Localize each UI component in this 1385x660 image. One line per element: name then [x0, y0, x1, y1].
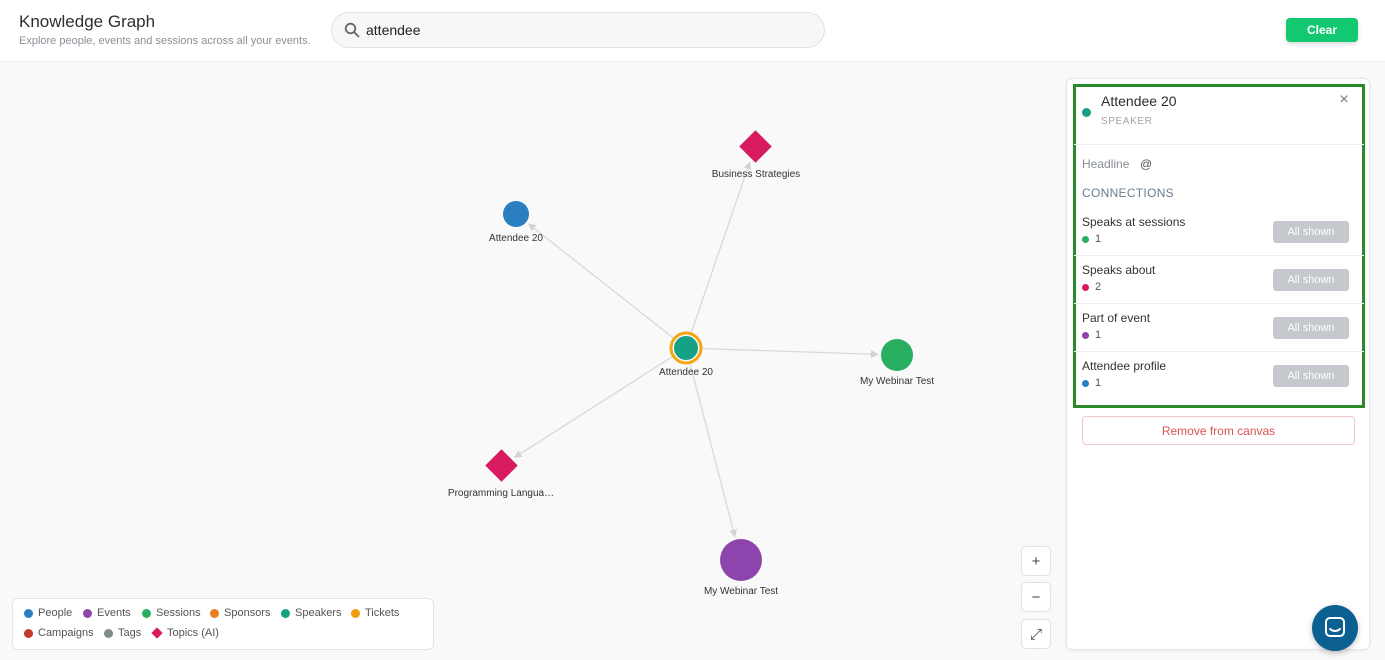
connection-count-value: 1	[1095, 329, 1102, 341]
legend-item-sponsors: Sponsors	[210, 607, 270, 619]
node-label: My Webinar Test	[704, 586, 778, 597]
zoom-out-button[interactable]: −	[1021, 582, 1051, 612]
legend-label: Speakers	[295, 607, 342, 619]
connection-count: 2	[1082, 281, 1101, 293]
search-icon	[344, 22, 360, 38]
top-bar: Knowledge Graph Explore people, events a…	[0, 0, 1385, 62]
node-label: Business Strategies	[712, 169, 800, 180]
legend-item-topics: Topics (AI)	[151, 627, 219, 639]
divider	[1074, 303, 1364, 304]
event-node[interactable]	[720, 539, 762, 581]
divider	[1074, 144, 1364, 145]
graph-edge-programming	[513, 355, 674, 458]
connection-count-value: 2	[1095, 281, 1102, 293]
graph-node-webinar-event[interactable]: My Webinar Test	[704, 539, 778, 597]
graph-node-attendee-20-selected[interactable]: Attendee 20	[659, 331, 713, 378]
connection-count: 1	[1082, 329, 1101, 341]
zoom-in-button[interactable]: +	[1021, 546, 1051, 576]
graph-node-attendee-profile[interactable]: Attendee 20	[489, 201, 543, 244]
graph-canvas[interactable]: Attendee 20 Business Strategies Attendee…	[0, 63, 1060, 660]
legend-item-tags: Tags	[104, 627, 141, 639]
connections-title: CONNECTIONS	[1082, 186, 1174, 200]
graph-edge-webinar-session	[700, 347, 879, 359]
legend-item-campaigns: Campaigns	[24, 627, 94, 639]
legend-swatch	[24, 608, 33, 618]
connection-name: Speaks about	[1082, 263, 1156, 277]
connection-name: Speaks at sessions	[1082, 215, 1186, 229]
legend-item-tickets: Tickets	[351, 607, 399, 619]
legend-label: Topics (AI)	[167, 627, 219, 639]
legend-label: Sessions	[156, 607, 201, 619]
topic-node[interactable]	[739, 130, 772, 163]
headline-label: Headline	[1082, 157, 1130, 171]
connection-count: 1	[1082, 377, 1101, 389]
connection-name: Attendee profile	[1082, 359, 1167, 373]
legend-swatch	[142, 608, 151, 618]
panel-node-type: SPEAKER	[1101, 116, 1153, 127]
graph-node-programming-languages[interactable]: Programming Langua…	[448, 449, 554, 499]
legend-item-events: Events	[83, 607, 131, 619]
all-shown-button[interactable]: All shown	[1273, 221, 1349, 243]
graph-edge-attendee-profile	[527, 223, 675, 340]
graph-node-business-strategies[interactable]: Business Strategies	[712, 130, 800, 180]
legend-swatch	[151, 627, 163, 639]
headline-value: @	[1140, 157, 1153, 171]
legend-swatch	[104, 628, 113, 638]
connection-name: Part of event	[1082, 311, 1151, 325]
search-input[interactable]	[366, 20, 806, 40]
person-node[interactable]	[503, 201, 529, 227]
legend-swatch	[83, 608, 92, 618]
connection-dot	[1082, 235, 1089, 243]
legend-label: Sponsors	[224, 607, 271, 619]
topic-node[interactable]	[485, 449, 518, 482]
connection-count-value: 1	[1095, 233, 1102, 245]
legend-item-people: People	[24, 607, 72, 619]
legend-label: Tickets	[365, 607, 400, 619]
legend-swatch	[281, 608, 290, 618]
connection-dot	[1082, 283, 1089, 291]
all-shown-button[interactable]: All shown	[1273, 317, 1349, 339]
legend-label: Events	[97, 607, 131, 619]
legend-swatch	[24, 628, 33, 638]
legend-item-speakers: Speakers	[281, 607, 341, 619]
page-title: Knowledge Graph	[19, 12, 156, 31]
node-label: My Webinar Test	[860, 376, 934, 387]
connection-count-value: 1	[1095, 377, 1102, 389]
graph-node-webinar-session[interactable]: My Webinar Test	[860, 339, 934, 387]
node-details-panel: Attendee 20 SPEAKER × Headline @ CONNECT…	[1066, 78, 1370, 650]
connection-dot	[1082, 331, 1089, 339]
node-type-dot	[1082, 108, 1091, 117]
legend-label: Campaigns	[38, 627, 94, 639]
all-shown-button[interactable]: All shown	[1273, 365, 1349, 387]
graph-edge-business	[690, 161, 752, 335]
legend-swatch	[210, 608, 219, 618]
legend-item-sessions: Sessions	[142, 607, 201, 619]
connection-count: 1	[1082, 233, 1101, 245]
legend-swatch	[351, 608, 360, 618]
close-icon[interactable]: ×	[1337, 92, 1351, 108]
session-node[interactable]	[881, 339, 913, 371]
chat-launcher-button[interactable]	[1312, 605, 1358, 651]
node-label: Attendee 20	[489, 233, 543, 244]
speaker-node[interactable]	[674, 336, 698, 360]
node-label: Attendee 20	[659, 367, 713, 378]
divider	[1074, 255, 1364, 256]
legend: People Events Sessions Sponsors Speakers…	[12, 598, 434, 650]
node-label: Programming Langua…	[448, 488, 554, 499]
legend-label: Tags	[118, 627, 142, 639]
connection-dot	[1082, 379, 1089, 387]
clear-button[interactable]: Clear	[1286, 18, 1358, 42]
all-shown-button[interactable]: All shown	[1273, 269, 1349, 291]
legend-label: People	[38, 607, 73, 619]
page-subtitle: Explore people, events and sessions acro…	[19, 35, 311, 47]
panel-node-name: Attendee 20	[1101, 93, 1177, 109]
chat-icon	[1325, 617, 1345, 637]
divider	[1074, 351, 1364, 352]
graph-edge-webinar-event	[689, 362, 737, 538]
remove-from-canvas-button[interactable]: Remove from canvas	[1082, 416, 1355, 445]
fit-view-button[interactable]: ⤢	[1021, 619, 1051, 649]
search-box[interactable]	[331, 12, 825, 48]
